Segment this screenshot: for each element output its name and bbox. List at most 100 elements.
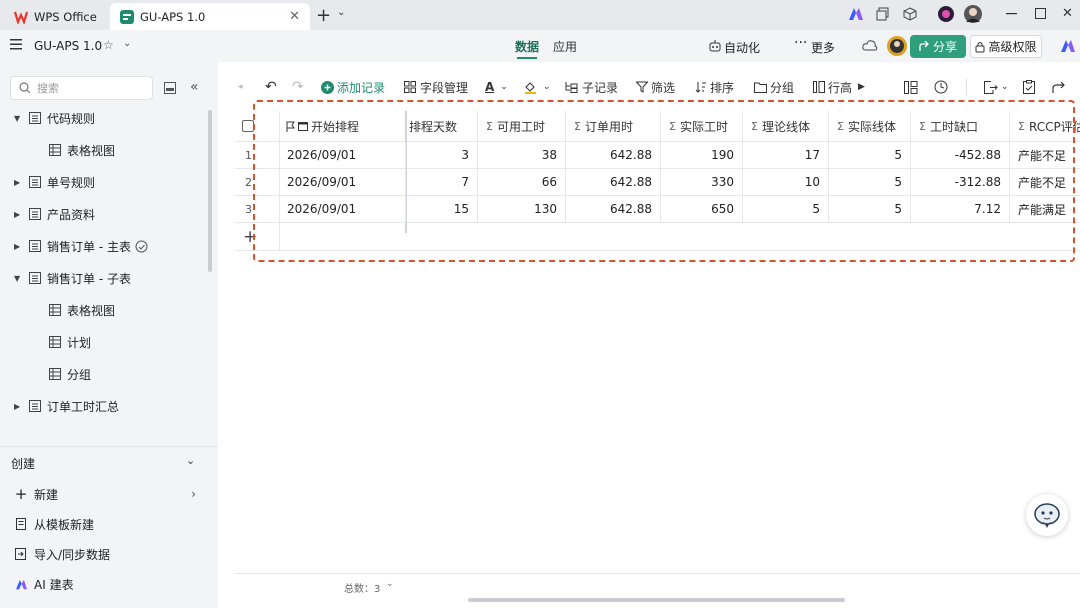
new-tab-plus-icon[interactable]: + bbox=[316, 5, 331, 26]
sidebar-item-label: 表格视图 bbox=[67, 143, 116, 158]
cube-icon[interactable] bbox=[903, 7, 917, 21]
group-button[interactable]: 分组 bbox=[754, 74, 794, 100]
tab-wps-office[interactable]: WPS Office bbox=[8, 3, 108, 30]
text-color-button[interactable]: A ⌄ bbox=[485, 74, 508, 100]
filter-button[interactable]: 筛选 bbox=[636, 74, 675, 100]
collapse-sidebar-icon[interactable]: « bbox=[190, 79, 199, 95]
chevron-down-icon: ⌄ bbox=[543, 82, 551, 92]
chevron-down-icon: ⌄ bbox=[500, 82, 508, 92]
nav-left-icon[interactable]: ◂ bbox=[238, 74, 243, 100]
table-view-icon bbox=[49, 144, 61, 156]
create-new-item[interactable]: + 新建 › bbox=[14, 484, 204, 504]
sidebar-divider bbox=[0, 446, 218, 447]
sheet-icon bbox=[29, 176, 41, 188]
create-section-title: 创建 bbox=[11, 457, 36, 471]
chevron-down-icon[interactable]: ⌄ bbox=[123, 38, 131, 49]
create-from-template-item[interactable]: 从模板新建 bbox=[14, 514, 204, 534]
sidebar-item[interactable]: ▼ 代码规则 bbox=[0, 104, 200, 132]
field-config-icon[interactable] bbox=[904, 74, 918, 100]
sidebar-scrollbar[interactable] bbox=[208, 110, 212, 272]
share-out-icon[interactable] bbox=[1052, 74, 1066, 100]
chevron-down-icon[interactable]: ⌄ bbox=[386, 579, 394, 589]
more-button[interactable]: 更多 bbox=[811, 39, 835, 56]
bottom-divider bbox=[234, 573, 1080, 574]
sidebar-item[interactable]: 表格视图 bbox=[0, 136, 200, 164]
more-tools-arrow-icon[interactable]: ▶ bbox=[858, 74, 865, 100]
cloud-sync-icon[interactable] bbox=[862, 38, 878, 52]
sidebar-item[interactable]: 计划 bbox=[0, 328, 200, 356]
caret-right-icon[interactable]: ▶ bbox=[14, 402, 20, 411]
chevron-down-icon[interactable]: ⌄ bbox=[337, 7, 345, 18]
close-window-icon[interactable]: ✕ bbox=[1062, 6, 1073, 21]
export-icon[interactable] bbox=[984, 74, 998, 100]
sidebar-item[interactable]: ▶ 产品资料 bbox=[0, 200, 200, 228]
tab-gu-aps[interactable]: GU-APS 1.0 ✕ bbox=[110, 3, 310, 30]
document-title[interactable]: GU-APS 1.0 bbox=[34, 39, 102, 53]
undo-icon[interactable]: ↶ bbox=[265, 74, 277, 100]
automation-button[interactable]: 自动化 bbox=[724, 39, 760, 56]
sidebar-item-label: 销售订单 - 子表 bbox=[47, 271, 131, 286]
horizontal-scrollbar[interactable] bbox=[468, 598, 845, 602]
close-tab-icon[interactable]: ✕ bbox=[289, 9, 300, 24]
title-bar: WPS Office GU-APS 1.0 ✕ + ⌄ ✕ bbox=[0, 0, 1080, 30]
sync-icon bbox=[135, 240, 148, 253]
sidebar-item-label: 销售订单 - 主表 bbox=[47, 239, 131, 254]
share-icon bbox=[919, 41, 930, 52]
redo-icon[interactable]: ↷ bbox=[292, 74, 304, 100]
sidebar-item-label: 分组 bbox=[67, 367, 92, 382]
sheet-icon bbox=[29, 208, 41, 220]
clipboard-check-icon[interactable] bbox=[1023, 74, 1035, 100]
sidebar-item[interactable]: ▶ 销售订单 - 主表 bbox=[0, 232, 200, 260]
caret-down-icon[interactable]: ▼ bbox=[14, 114, 20, 123]
grid-icon bbox=[404, 81, 416, 93]
wps-logo-icon bbox=[14, 10, 28, 24]
chevron-down-icon[interactable]: ⌄ bbox=[186, 454, 195, 467]
search-input[interactable]: 搜索 bbox=[10, 76, 153, 100]
caret-right-icon[interactable]: ▶ bbox=[14, 242, 20, 251]
plus-circle-icon bbox=[321, 80, 334, 94]
advanced-permission-button[interactable]: 高级权限 bbox=[970, 35, 1042, 58]
app-logo-icon bbox=[120, 9, 134, 24]
fill-color-button[interactable]: ⌄ bbox=[524, 74, 551, 100]
sidebar-item[interactable]: 表格视图 bbox=[0, 296, 200, 324]
field-manage-button[interactable]: 字段管理 bbox=[404, 74, 468, 100]
minimize-icon[interactable] bbox=[1006, 13, 1017, 15]
avatar[interactable] bbox=[964, 5, 982, 23]
sheet-icon bbox=[29, 240, 41, 252]
caret-down-icon[interactable]: ▼ bbox=[14, 274, 20, 283]
tab-apps[interactable]: 应用 bbox=[553, 38, 577, 55]
tab-data-underline bbox=[517, 57, 537, 59]
ai-build-table-item[interactable]: AI 建表 bbox=[14, 574, 204, 594]
window-restore-icon[interactable] bbox=[876, 7, 890, 21]
row-height-button[interactable]: 行高 bbox=[813, 74, 853, 100]
menu-icon[interactable] bbox=[10, 39, 22, 50]
sidebar-item[interactable]: ▼ 销售订单 - 子表 bbox=[0, 264, 200, 292]
assistant-mascot-icon[interactable] bbox=[1026, 494, 1068, 536]
caret-right-icon[interactable]: ▶ bbox=[14, 178, 20, 187]
history-icon[interactable] bbox=[934, 74, 948, 100]
maximize-icon[interactable] bbox=[1035, 8, 1046, 19]
folder-icon bbox=[754, 82, 767, 93]
sort-button[interactable]: 排序 bbox=[695, 74, 734, 100]
tab-data[interactable]: 数据 bbox=[515, 38, 539, 55]
share-button[interactable]: 分享 bbox=[910, 35, 966, 58]
ai-assistant-icon[interactable] bbox=[848, 7, 864, 21]
ai-assistant-icon[interactable] bbox=[1060, 39, 1076, 53]
collaborator-avatar[interactable] bbox=[887, 36, 907, 56]
app-badge-icon[interactable] bbox=[938, 6, 954, 22]
sidebar-item[interactable]: 分组 bbox=[0, 360, 200, 388]
sidebar-item-label: 单号规则 bbox=[47, 175, 96, 190]
star-icon[interactable]: ☆ bbox=[103, 38, 114, 52]
robot-icon bbox=[709, 40, 721, 52]
sort-icon bbox=[695, 81, 707, 93]
import-sync-item[interactable]: 导入/同步数据 bbox=[14, 544, 204, 564]
caret-right-icon[interactable]: ▶ bbox=[14, 210, 20, 219]
collapse-panel-icon[interactable] bbox=[164, 82, 176, 94]
more-dots-icon[interactable]: ··· bbox=[794, 35, 807, 51]
chevron-down-icon[interactable]: ⌄ bbox=[1001, 74, 1009, 100]
add-record-button[interactable]: 添加记录 bbox=[321, 74, 385, 100]
sub-record-button[interactable]: 子记录 bbox=[565, 74, 618, 100]
sidebar-item[interactable]: ▶ 单号规则 bbox=[0, 168, 200, 196]
table-view-icon bbox=[49, 304, 61, 316]
sidebar-item[interactable]: ▶ 订单工时汇总 bbox=[0, 392, 200, 420]
